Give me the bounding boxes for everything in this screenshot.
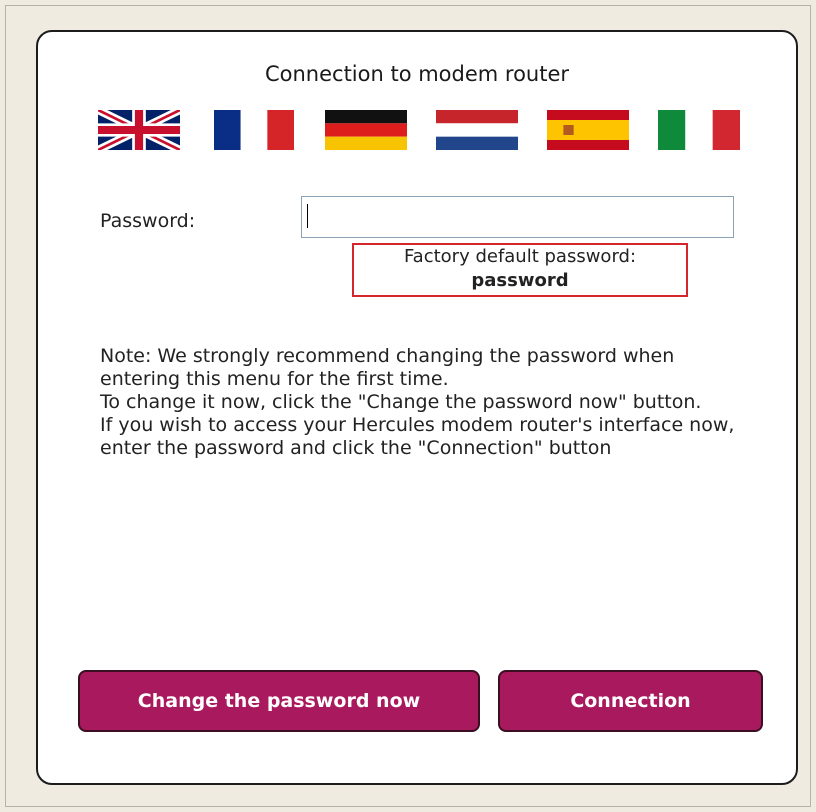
note-line-2: To change it now, click the "Change the … (100, 391, 702, 413)
note-line-3: If you wish to access your Hercules mode… (100, 414, 735, 459)
default-password-hint: Factory default password: password (352, 243, 688, 297)
dialog-title: Connection to modem router (264, 62, 570, 86)
netherlands-flag-icon[interactable] (436, 110, 518, 150)
connection-button[interactable]: Connection (498, 670, 763, 732)
germany-flag-icon[interactable] (325, 110, 407, 150)
france-flag-icon[interactable] (214, 110, 294, 150)
note-line-1: Note: We strongly recommend changing the… (100, 345, 675, 390)
uk-flag-icon[interactable] (98, 110, 180, 150)
default-password-value: password (471, 270, 569, 291)
hint-text: Factory default password: (403, 246, 637, 267)
text-caret (307, 204, 308, 228)
change-password-button[interactable]: Change the password now (78, 670, 480, 732)
italy-flag-icon[interactable] (658, 110, 740, 150)
password-label: Password: (100, 210, 196, 232)
security-note: Note: We strongly recommend changing the… (100, 345, 740, 460)
spain-flag-icon[interactable] (547, 110, 629, 150)
password-input[interactable] (301, 196, 734, 238)
login-panel: Connection to modem router Password: Fac… (36, 30, 798, 785)
language-selector (38, 110, 796, 150)
